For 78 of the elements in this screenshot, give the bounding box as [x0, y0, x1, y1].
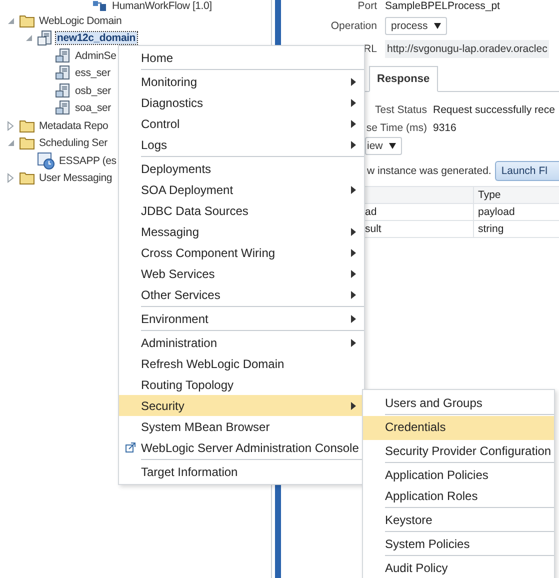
menu-item[interactable]: SOA Deployment	[119, 179, 364, 200]
submenu-arrow-icon	[351, 338, 356, 346]
folder-icon	[19, 171, 35, 186]
tree-item[interactable]: AdminSe	[74, 50, 118, 62]
caret-icon	[434, 23, 441, 29]
tree-item[interactable]: soa_ser	[74, 102, 112, 114]
expand-icon[interactable]	[6, 173, 16, 184]
menu-item[interactable]: Web Services	[119, 263, 364, 284]
menu-item[interactable]: Deployments	[119, 158, 364, 179]
submenu-arrow-icon	[351, 140, 356, 148]
menu-item[interactable]: Credentials	[363, 416, 554, 440]
view-dropdown[interactable]: iew	[365, 137, 402, 155]
submenu-arrow-icon	[351, 186, 356, 194]
collapse-icon[interactable]	[6, 16, 16, 26]
field-label: Operation	[330, 20, 377, 32]
submenu-arrow-icon	[351, 290, 356, 298]
menu-item[interactable]: System MBean Browser	[119, 416, 364, 437]
composite-icon	[92, 0, 108, 12]
field-label: Port	[358, 0, 377, 12]
tab[interactable]: Response	[369, 66, 438, 92]
collapse-icon[interactable]	[24, 33, 34, 44]
operation-dropdown[interactable]: process	[385, 17, 447, 35]
collapse-icon[interactable]	[6, 138, 16, 148]
menu-item[interactable]: Security	[119, 395, 364, 416]
field-value: Request successfully rece	[433, 104, 555, 116]
server-icon	[55, 65, 71, 82]
tree-item[interactable]: ess_ser	[74, 67, 112, 80]
table-cell: payload	[473, 204, 559, 220]
server-icon	[37, 30, 53, 46]
menu-item[interactable]: JDBC Data Sources	[119, 200, 364, 221]
table-cell: ad	[365, 206, 377, 218]
tree-item[interactable]: Metadata Repo	[38, 120, 110, 132]
submenu-arrow-icon	[351, 248, 356, 256]
menu-item[interactable]: Diagnostics	[119, 92, 364, 113]
field-label: se Time (ms)	[366, 122, 427, 134]
menu-item[interactable]: Administration	[119, 332, 364, 353]
submenu-arrow-icon	[351, 120, 356, 128]
submenu-arrow-icon	[351, 270, 356, 278]
menu-item[interactable]: Cross Component Wiring	[119, 242, 364, 263]
field-label: Test Status	[375, 104, 427, 116]
table-cell: string	[473, 221, 559, 237]
menu-item[interactable]: Refresh WebLogic Domain	[119, 353, 364, 374]
menu-item[interactable]: Target Information	[119, 461, 364, 482]
tree-item[interactable]: new12c_domain	[56, 32, 137, 44]
clock-app-icon	[37, 152, 55, 170]
menu-item[interactable]: Routing Topology	[119, 374, 364, 395]
menu-item[interactable]: Messaging	[119, 221, 364, 242]
tree-item[interactable]: ESSAPP (es	[58, 154, 118, 167]
external-link-icon	[125, 442, 136, 453]
tree-item[interactable]: Scheduling Ser	[38, 137, 108, 150]
menu-item[interactable]: Audit Policy	[363, 557, 554, 578]
submenu-arrow-icon	[351, 98, 356, 106]
menu-item[interactable]: Application Policies	[363, 464, 554, 485]
folder-icon	[19, 118, 35, 133]
tree-item[interactable]: HumanWorkFlow [1.0]	[111, 0, 213, 12]
tree-item[interactable]: WebLogic Domain	[38, 14, 123, 27]
field-value: 9316	[433, 122, 456, 134]
message-text: w instance was generated.	[367, 165, 492, 177]
submenu-arrow-icon	[351, 402, 356, 410]
submenu-arrow-icon	[351, 228, 356, 236]
submenu-arrow-icon	[351, 78, 356, 86]
menu-item[interactable]: Control	[119, 113, 364, 134]
submenu-arrow-icon	[351, 314, 356, 322]
folder-icon	[19, 136, 35, 150]
folder-icon	[19, 14, 35, 28]
server-icon	[55, 100, 71, 116]
column-header: Type	[473, 187, 559, 203]
tree-item[interactable]: osb_ser	[74, 84, 112, 97]
url-field[interactable]: http://svgonugu-lap.oradev.oraclec	[385, 40, 550, 58]
table-cell: sult	[365, 223, 382, 235]
field-value: SampleBPELProcess_pt	[385, 0, 500, 12]
expand-icon[interactable]	[6, 120, 16, 131]
server-icon	[55, 82, 71, 99]
menu-item[interactable]: Monitoring	[119, 71, 364, 92]
tree-item[interactable]: User Messaging	[38, 172, 114, 184]
launch-button[interactable]: Launch Fl	[495, 161, 559, 181]
caret-icon	[388, 143, 396, 149]
server-icon	[55, 48, 71, 64]
